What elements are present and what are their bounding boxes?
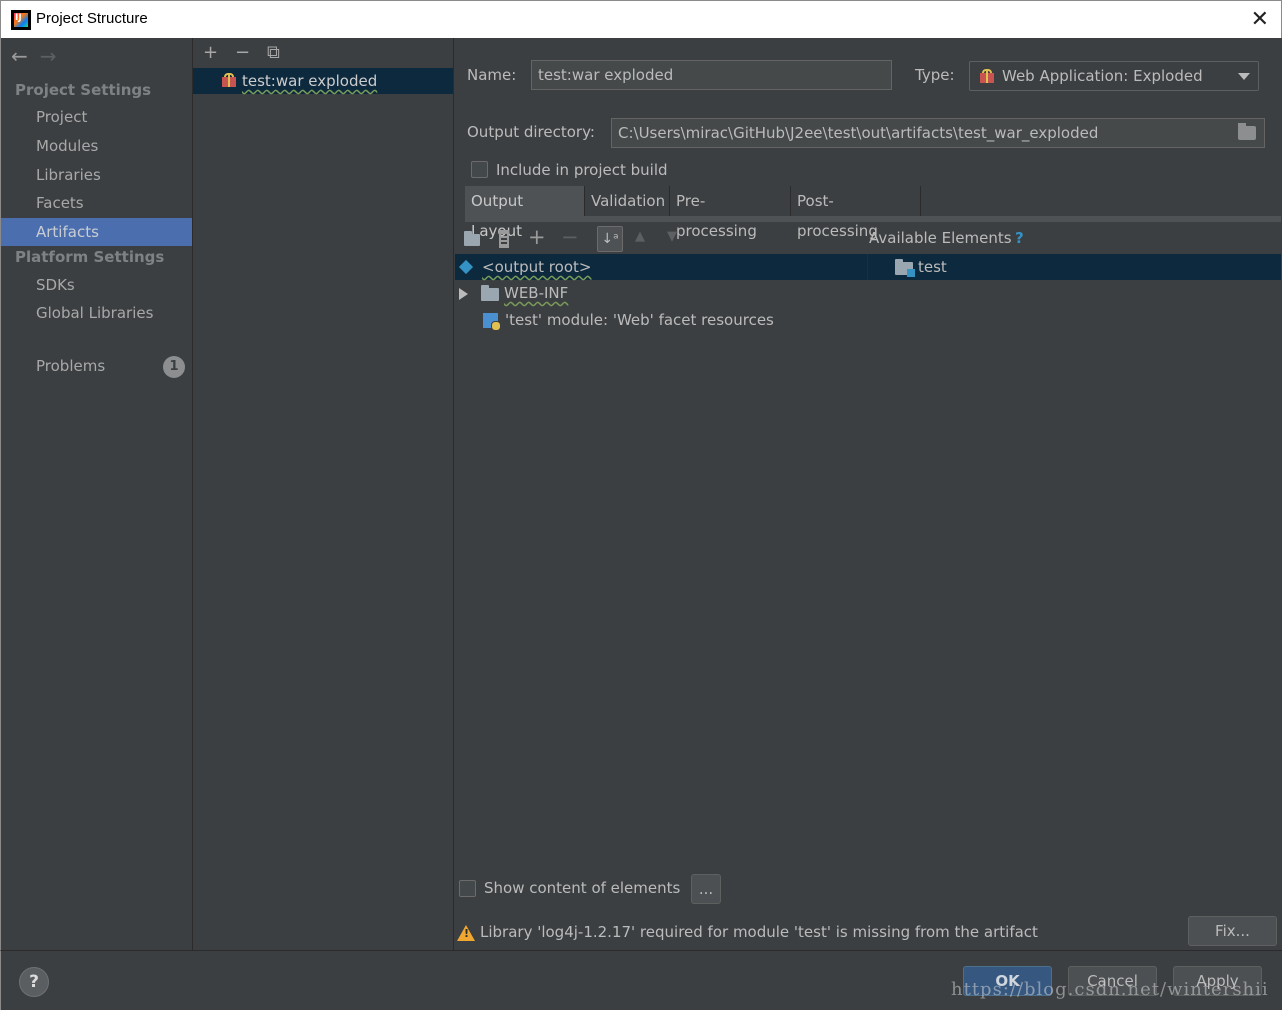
- new-directory-icon[interactable]: [464, 231, 480, 246]
- web-facet-resources-icon: [483, 313, 501, 331]
- problems-count-badge: 1: [163, 356, 185, 378]
- sidebar-item-artifacts[interactable]: Artifacts: [1, 218, 192, 246]
- name-field[interactable]: test:war exploded: [531, 60, 892, 90]
- tree-row-web-inf[interactable]: WEB-INF: [455, 280, 867, 306]
- fix-button[interactable]: Fix...: [1188, 916, 1277, 946]
- sidebar-item-global-libraries[interactable]: Global Libraries: [1, 299, 192, 327]
- output-directory-value: C:\Users\mirac\GitHub\J2ee\test\out\arti…: [618, 124, 1099, 142]
- artifact-list-item[interactable]: test:war exploded: [193, 68, 453, 94]
- show-content-label: Show content of elements: [484, 879, 681, 897]
- sidebar-item-project[interactable]: Project: [1, 103, 192, 131]
- tree-row-web-facet-resources[interactable]: 'test' module: 'Web' facet resources: [455, 307, 867, 333]
- tree-row-label: WEB-INF: [504, 284, 569, 302]
- warning-icon: [457, 925, 475, 941]
- move-down-icon[interactable]: ▼: [667, 229, 677, 244]
- chevron-down-icon: [1238, 73, 1250, 80]
- close-icon[interactable]: ✕: [1251, 7, 1269, 32]
- module-folder-icon: [895, 259, 915, 277]
- intellij-app-icon: [11, 10, 31, 30]
- tree-row-output-root[interactable]: <output root>: [455, 254, 867, 280]
- dialog-button-bar: ? OK Cancel Apply https://blog.csdn.net/…: [0, 950, 1282, 1010]
- available-elements-help-icon[interactable]: ?: [1015, 229, 1024, 247]
- include-in-build-label: Include in project build: [496, 161, 668, 179]
- sidebar-item-sdks[interactable]: SDKs: [1, 271, 192, 299]
- move-up-icon[interactable]: ▲: [635, 229, 645, 244]
- artifacts-toolbar: + − ⧉: [193, 38, 453, 68]
- tab-post-processing[interactable]: Post-processing: [791, 186, 921, 240]
- remove-artifact-icon[interactable]: −: [235, 38, 267, 68]
- name-label: Name:: [467, 66, 517, 84]
- history-navigation: ← →: [11, 44, 69, 68]
- project-settings-header: Project Settings: [15, 81, 152, 99]
- available-tree-row-label: test: [918, 258, 947, 276]
- browse-folder-icon[interactable]: [1238, 123, 1256, 140]
- settings-sidebar: ← → Project Settings Project Modules Libr…: [0, 38, 192, 950]
- output-directory-label: Output directory:: [467, 123, 595, 141]
- platform-settings-header: Platform Settings: [15, 248, 165, 266]
- window-title: Project Structure: [36, 10, 148, 27]
- warning-message: Library 'log4j-1.2.17' required for modu…: [480, 923, 1038, 941]
- copy-artifact-icon[interactable]: ⧉: [267, 38, 299, 68]
- title-bar: Project Structure ✕: [0, 0, 1282, 38]
- archive-icon[interactable]: [499, 230, 509, 248]
- tab-pre-processing[interactable]: Pre-processing: [670, 186, 791, 240]
- folder-icon: [481, 285, 499, 301]
- watermark-text: https://blog.csdn.net/wintershii: [951, 979, 1269, 1000]
- artifacts-list-panel: + − ⧉ test:war exploded: [192, 38, 454, 950]
- type-label: Type:: [915, 66, 955, 84]
- war-artifact-icon: [221, 72, 237, 88]
- remove-element-icon[interactable]: −: [561, 225, 579, 249]
- tree-row-label: <output root>: [482, 258, 592, 276]
- forward-arrow-icon[interactable]: →: [40, 44, 57, 68]
- include-in-build-checkbox[interactable]: [471, 161, 488, 178]
- tree-row-label: 'test' module: 'Web' facet resources: [505, 311, 774, 329]
- sidebar-item-facets[interactable]: Facets: [1, 189, 192, 217]
- artifact-list-item-label: test:war exploded: [242, 72, 378, 90]
- show-content-options-button[interactable]: ...: [691, 874, 721, 904]
- available-elements-label: Available Elements: [869, 229, 1012, 247]
- help-icon[interactable]: ?: [19, 967, 49, 997]
- show-content-checkbox[interactable]: [459, 880, 476, 897]
- type-dropdown-value: Web Application: Exploded: [1002, 67, 1203, 85]
- tab-output-layout[interactable]: Output Layout: [465, 186, 585, 240]
- back-arrow-icon[interactable]: ←: [11, 44, 28, 68]
- sidebar-item-modules[interactable]: Modules: [1, 132, 192, 160]
- output-layout-toolbar: + − ↓ᵃ ▲ ▼ Available Elements ?: [455, 224, 1281, 254]
- web-application-icon: [979, 68, 995, 84]
- sort-elements-icon[interactable]: ↓ᵃ: [597, 226, 623, 252]
- expand-arrow-icon[interactable]: [459, 288, 468, 300]
- output-directory-field[interactable]: C:\Users\mirac\GitHub\J2ee\test\out\arti…: [611, 118, 1265, 148]
- add-artifact-icon[interactable]: +: [203, 38, 235, 68]
- output-layout-tree: <output root> test WEB-INF 'test' module…: [455, 254, 1281, 874]
- artifact-editor: Name: test:war exploded Type: Web Applic…: [455, 38, 1281, 950]
- output-root-icon: [459, 260, 473, 274]
- sidebar-item-libraries[interactable]: Libraries: [1, 161, 192, 189]
- tab-underline: [465, 216, 1281, 222]
- tab-validation[interactable]: Validation: [585, 186, 670, 216]
- available-tree-row-test[interactable]: test: [867, 254, 1281, 280]
- add-element-icon[interactable]: +: [528, 225, 546, 249]
- type-dropdown[interactable]: Web Application: Exploded: [969, 61, 1259, 91]
